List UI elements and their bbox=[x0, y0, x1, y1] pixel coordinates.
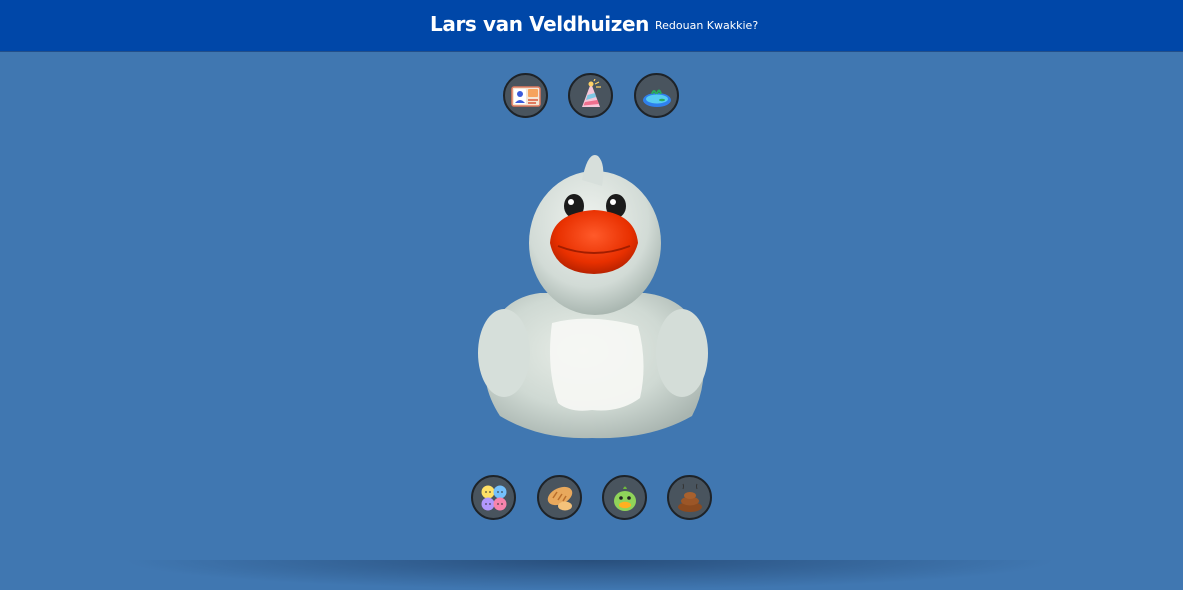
bread-button[interactable] bbox=[537, 475, 582, 520]
duck-face-button[interactable] bbox=[602, 475, 647, 520]
moods-button[interactable] bbox=[471, 475, 516, 520]
moods-icon bbox=[481, 485, 506, 510]
party-hat-icon bbox=[581, 78, 601, 107]
pond-icon bbox=[642, 89, 671, 107]
poop-icon bbox=[677, 483, 702, 512]
page-title: Lars van Veldhuizen bbox=[430, 12, 650, 36]
rubber-duck-image[interactable] bbox=[470, 148, 715, 443]
footer-shadow bbox=[120, 560, 1060, 590]
id-card-button[interactable] bbox=[503, 73, 548, 118]
duck-face-icon bbox=[613, 486, 636, 511]
pond-button[interactable] bbox=[634, 73, 679, 118]
id-card-icon bbox=[510, 85, 541, 107]
page-header: Lars van Veldhuizen Redouan Kwakkie? bbox=[0, 0, 1183, 52]
bread-icon bbox=[547, 486, 572, 510]
poop-button[interactable] bbox=[667, 475, 712, 520]
party-button[interactable] bbox=[568, 73, 613, 118]
page-subtitle: Redouan Kwakkie? bbox=[655, 19, 759, 32]
